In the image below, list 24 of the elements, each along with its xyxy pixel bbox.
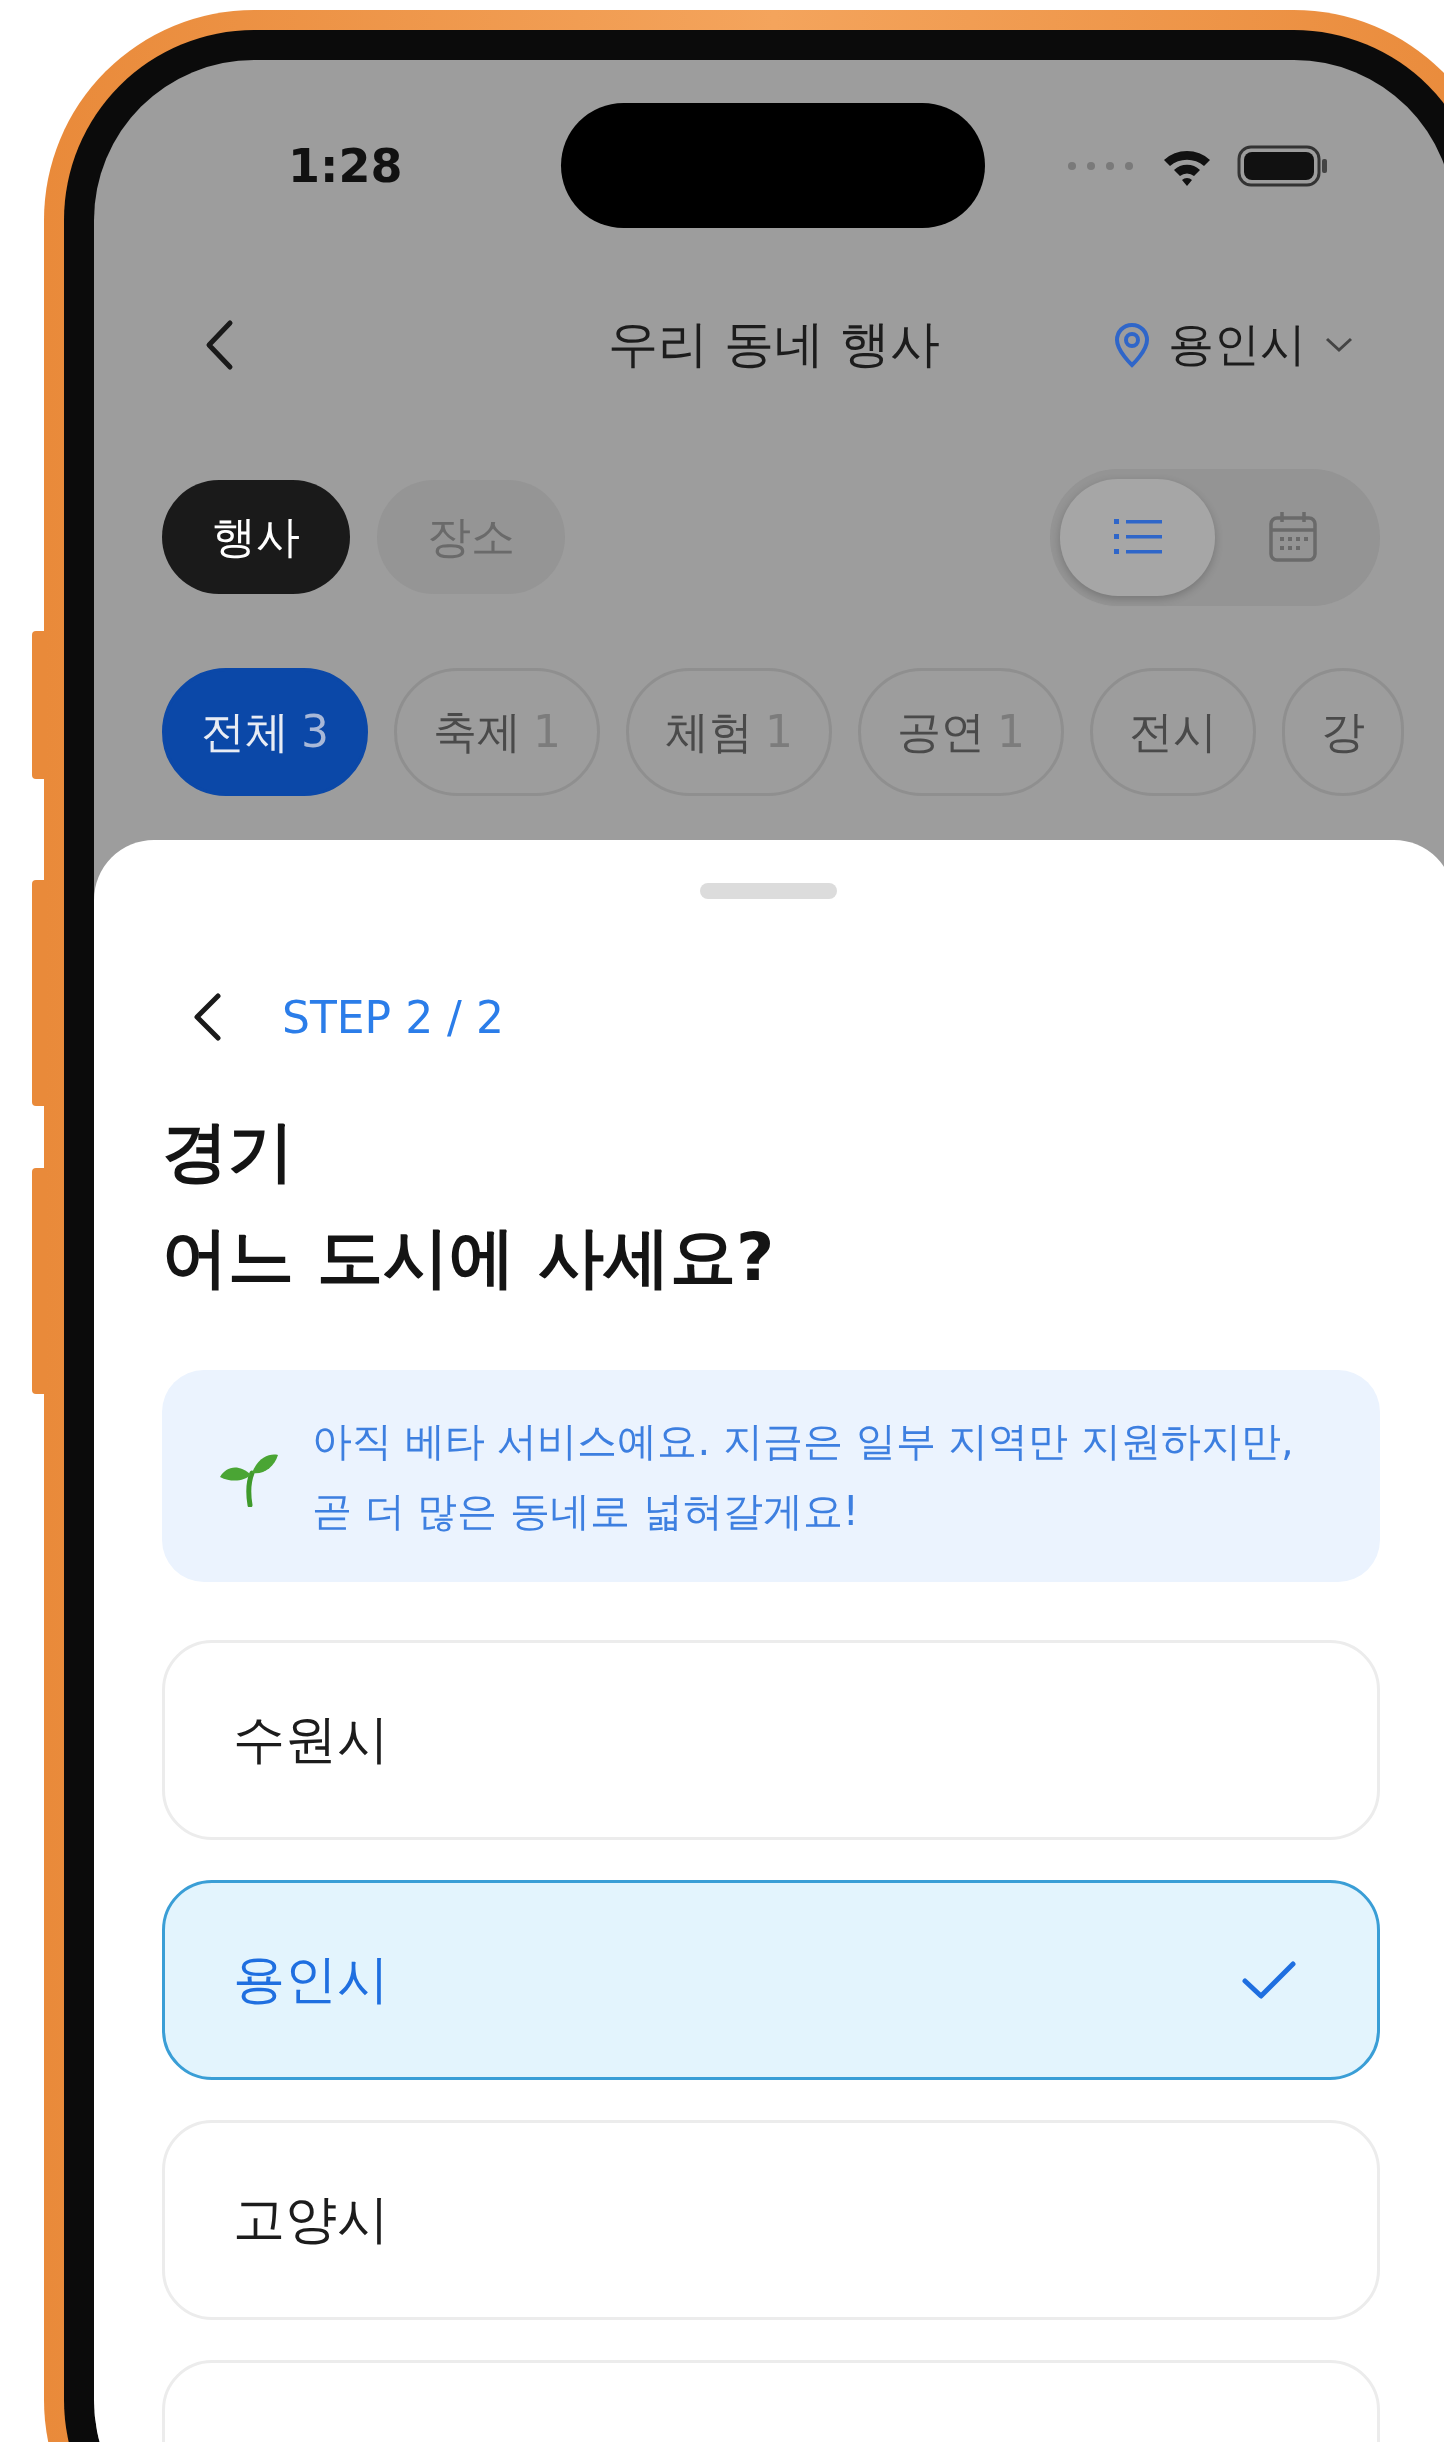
calendar-icon — [1266, 510, 1319, 564]
question-title: 어느 도시에 사세요? — [162, 1218, 776, 1298]
city-option[interactable]: 수원시 — [162, 1640, 1380, 1840]
caret-icon — [1324, 335, 1354, 354]
drag-handle[interactable] — [699, 883, 837, 899]
filter-chip[interactable]: 전체 3 — [162, 668, 368, 796]
location-pin-icon — [1114, 321, 1150, 368]
signal-dots-icon — [1067, 160, 1135, 171]
page-title: 우리 동네 행사 — [608, 314, 940, 376]
tab[interactable]: 행사 — [162, 480, 350, 594]
city-option[interactable]: 용인시 — [162, 1880, 1380, 2080]
list-view-button[interactable] — [1060, 478, 1215, 596]
back-icon[interactable] — [192, 992, 222, 1042]
status-time: 1:28 — [288, 138, 404, 193]
notice-text: 아직 베타 서비스예요. 지금은 일부 지역만 지원하지만, 곧 더 많은 동네로 넓혀갈게요! — [312, 1417, 1294, 1536]
check-icon — [1241, 1959, 1297, 2001]
back-icon[interactable] — [204, 318, 234, 371]
filter-chip[interactable]: 전시 — [1090, 668, 1256, 796]
region-title: 경기 — [162, 1112, 295, 1192]
location-selector[interactable]: 용인시 — [1114, 313, 1354, 376]
filter-chip[interactable]: 강 — [1282, 668, 1404, 796]
battery-icon — [1237, 144, 1329, 187]
step-indicator: STEP 2 / 2 — [282, 991, 504, 1043]
city-option[interactable]: 고양시 — [162, 2120, 1380, 2320]
